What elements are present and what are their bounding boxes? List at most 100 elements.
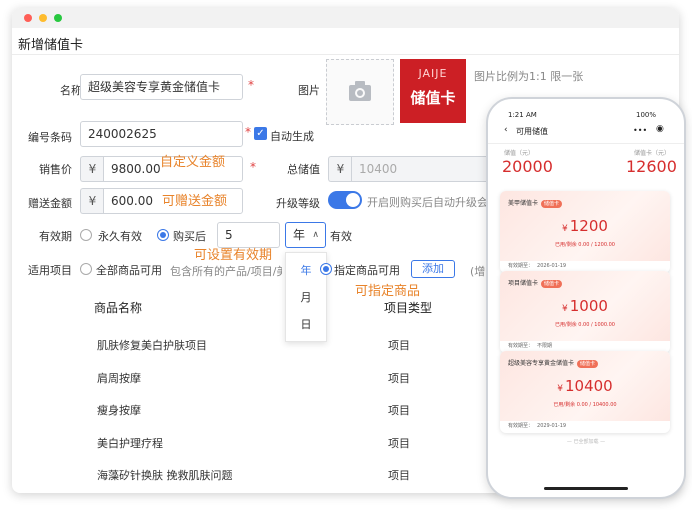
- phone-right-label: 储值卡（元）: [634, 150, 671, 157]
- phone-card-name: 超级美容专享黄金储值卡 储值卡: [508, 358, 599, 368]
- phone-card-used: 已用/剩余 0.00 / 1200.00: [555, 242, 615, 248]
- gift-note: 可赠送金额: [162, 194, 228, 209]
- required-mark: *: [250, 160, 256, 174]
- image-upload-area[interactable]: [326, 59, 394, 125]
- target-icon[interactable]: ◉: [656, 124, 664, 134]
- phone-page-title: 可用储值: [516, 127, 548, 136]
- currency-prefix: ¥: [80, 156, 104, 182]
- currency-symbol: ¥: [562, 304, 568, 314]
- image-hint: 图片比例为1:1 限一张: [474, 70, 584, 83]
- home-indicator: [544, 487, 628, 490]
- scope-hint: (增: [470, 265, 486, 278]
- phone-card-name: 美甲储值卡 储值卡: [508, 198, 563, 208]
- table-cell-name: 肩周按摩: [97, 372, 141, 385]
- validity-unit-select[interactable]: 年 ∧: [285, 222, 326, 248]
- currency-symbol: ¥: [557, 384, 563, 394]
- table-header-type: 项目类型: [384, 301, 433, 315]
- phone-card-tag: 储值卡: [577, 360, 599, 368]
- phone-left-label: 储值（元）: [504, 150, 535, 157]
- maximize-window-button[interactable]: [54, 14, 62, 22]
- table-cell-name: 美白护理疗程: [97, 437, 163, 450]
- scope-all-label: 全部商品可用: [96, 264, 162, 277]
- table-cell-name: 瘦身按摩: [97, 404, 141, 417]
- add-product-button[interactable]: 添加: [411, 260, 455, 278]
- table-header-name: 商品名称: [94, 301, 143, 315]
- phone-card[interactable]: 项目储值卡 储值卡 ¥1000 已用/剩余 0.00 / 1000.00 有效期至…: [500, 271, 670, 353]
- scope-specified-label: 指定商品可用: [334, 264, 400, 277]
- currency-symbol: ¥: [562, 224, 568, 234]
- divider: [12, 54, 679, 55]
- table-cell-type: 项目: [388, 437, 410, 450]
- total-value-label: 总储值: [287, 163, 320, 176]
- scope-label: 适用项目: [28, 264, 72, 277]
- scope-all-radio[interactable]: [80, 263, 92, 275]
- auto-generate-label: 自动生成: [270, 130, 314, 143]
- card-thumb-logo: JAIJE: [418, 67, 448, 80]
- code-label: 编号条码: [28, 131, 72, 144]
- table-cell-name: 海藻矽针换肤 挽救肌肤问题: [97, 469, 233, 482]
- phone-card-amount: ¥1200: [562, 217, 608, 235]
- unit-option-month[interactable]: 月: [286, 284, 326, 311]
- validity-note: 可设置有效期: [194, 248, 273, 263]
- validity-unit-value: 年: [293, 228, 306, 242]
- validity-after-radio[interactable]: [157, 229, 169, 241]
- scope-note: 可指定商品: [355, 284, 421, 299]
- table-cell-type: 项目: [388, 469, 410, 482]
- required-mark: *: [245, 125, 251, 139]
- minimize-window-button[interactable]: [39, 14, 47, 22]
- validity-after-label: 购买后: [173, 230, 206, 243]
- price-label: 销售价: [39, 163, 72, 176]
- phone-battery: 100%: [636, 111, 657, 119]
- validity-label: 有效期: [39, 230, 72, 243]
- name-input[interactable]: 超级美容专享黄金储值卡: [80, 74, 243, 100]
- upgrade-label: 升级等级: [276, 197, 320, 210]
- more-icon[interactable]: •••: [633, 126, 647, 135]
- gift-label: 赠送金额: [28, 197, 72, 210]
- back-arrow-icon[interactable]: ‹: [504, 125, 508, 135]
- currency-prefix: ¥: [328, 156, 352, 182]
- price-note: 自定义金额: [160, 155, 226, 170]
- scope-specified-radio[interactable]: [320, 263, 332, 275]
- phone-header-divider: [488, 143, 684, 144]
- unit-option-day[interactable]: 日: [286, 311, 326, 338]
- close-window-button[interactable]: [24, 14, 32, 22]
- phone-left-value: 20000: [502, 157, 553, 176]
- camera-icon: [349, 81, 371, 101]
- name-label: 名称: [60, 84, 82, 97]
- required-mark: *: [248, 78, 254, 92]
- phone-card[interactable]: 超级美容专享黄金储值卡 储值卡 ¥10400 已用/剩余 0.00 / 10400…: [500, 351, 670, 433]
- dialog-title: 新增储值卡: [18, 38, 84, 53]
- table-cell-type: 项目: [388, 404, 410, 417]
- auto-generate-checkbox[interactable]: ✓: [254, 127, 267, 140]
- phone-card-expire: 有效期至： 2026-01-19: [508, 263, 567, 269]
- phone-card[interactable]: 美甲储值卡 储值卡 ¥1200 已用/剩余 0.00 / 1200.00 有效期至…: [500, 191, 670, 273]
- card-image-thumbnail[interactable]: JAIJE 储值卡: [400, 59, 466, 123]
- phone-card-tag: 储值卡: [541, 200, 563, 208]
- validity-forever-label: 永久有效: [98, 230, 142, 243]
- currency-prefix: ¥: [80, 188, 104, 214]
- table-cell-type: 项目: [388, 372, 410, 385]
- card-thumb-title: 储值卡: [410, 89, 456, 107]
- code-input[interactable]: 240002625: [80, 121, 243, 147]
- validity-forever-radio[interactable]: [80, 229, 92, 241]
- image-label: 图片: [298, 84, 320, 97]
- phone-card-tag: 储值卡: [541, 280, 563, 288]
- phone-card-amount: ¥10400: [557, 377, 613, 395]
- window-titlebar: [12, 8, 679, 28]
- phone-card-expire: 有效期至： 不限期: [508, 343, 553, 349]
- phone-card-name: 项目储值卡 储值卡: [508, 278, 563, 288]
- upgrade-toggle[interactable]: [328, 191, 362, 209]
- chevron-up-icon: ∧: [312, 230, 319, 240]
- upgrade-hint: 开启则购买后自动升级会: [367, 196, 488, 209]
- phone-card-amount: ¥1000: [562, 297, 608, 315]
- phone-time: 1:21 AM: [508, 111, 537, 119]
- table-cell-type: 项目: [388, 339, 410, 352]
- total-value-input: 10400: [351, 156, 491, 182]
- phone-card-used: 已用/剩余 0.00 / 1000.00: [555, 322, 615, 328]
- phone-right-value: 12600: [626, 157, 677, 176]
- phone-preview: 1:21 AM 100% ‹ 可用储值 ••• ◉ 储值（元） 20000 储值…: [486, 97, 686, 499]
- validity-suffix: 有效: [330, 230, 352, 243]
- table-cell-name: 肌肤修复美白护肤项目: [97, 339, 207, 352]
- phone-card-used: 已用/剩余 0.00 / 10400.00: [553, 402, 617, 408]
- scope-all-hint: 包含所有的产品/项目/美: [170, 265, 282, 278]
